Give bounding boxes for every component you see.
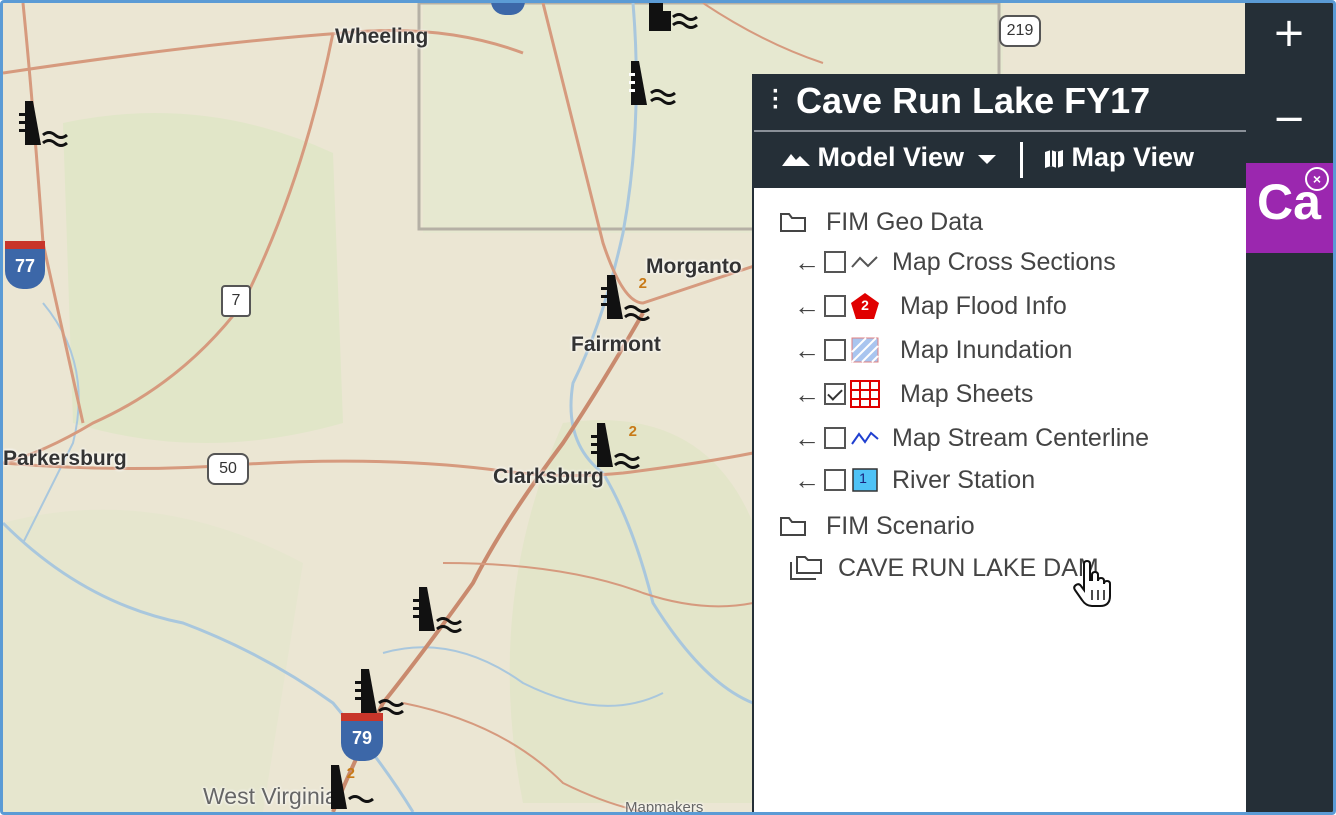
- folder-fim-scenario[interactable]: FIM Scenario: [780, 508, 975, 544]
- dam-marker-icon[interactable]: [625, 55, 681, 111]
- layer-label: Map Stream Centerline: [892, 423, 1150, 452]
- tab-model-view-label: Model View: [817, 142, 965, 172]
- folder-label: FIM Geo Data: [826, 207, 983, 236]
- map-toolbar: + −: [1245, 3, 1333, 812]
- layer-label: Map Inundation: [900, 335, 1073, 364]
- cross-section-line-icon: [850, 249, 880, 275]
- panel-title: Cave Run Lake FY17: [796, 80, 1151, 121]
- zoom-out-button[interactable]: −: [1245, 89, 1333, 149]
- flood-info-pentagon-icon: 2: [850, 293, 880, 319]
- place-label-parkersburg: Parkersburg: [3, 447, 127, 470]
- arrow-left-icon[interactable]: ←: [794, 465, 824, 496]
- flood-info-badge: 2: [861, 297, 869, 313]
- stacked-folders-icon: [790, 556, 822, 580]
- drag-handle-icon[interactable]: · · ·: [772, 80, 780, 120]
- place-label-morgantown: Morganto: [646, 255, 742, 278]
- view-switcher: Model View Map View: [754, 130, 1246, 188]
- tab-model-view[interactable]: Model View: [782, 142, 996, 173]
- model-panel: · · · Cave Run Lake FY17 Model View Map Vi…: [752, 74, 1246, 812]
- arrow-left-icon[interactable]: ←: [794, 423, 824, 454]
- place-label-fairmont: Fairmont: [571, 333, 661, 356]
- us-50-shield: 50: [207, 453, 249, 485]
- layer-checkbox-checked[interactable]: [824, 383, 846, 405]
- close-icon[interactable]: ×: [1305, 167, 1329, 191]
- tab-map-view[interactable]: Map View: [1044, 142, 1194, 173]
- app-frame: 219 77 7 50 79 Wheeling Morganto Fairmon…: [0, 0, 1336, 815]
- dam-badge: 2: [638, 275, 647, 292]
- dam-marker-icon[interactable]: 2: [589, 417, 645, 473]
- arrow-left-icon[interactable]: ←: [794, 335, 824, 366]
- i-79-shield: 79: [341, 713, 383, 761]
- arrow-left-icon[interactable]: ←: [794, 247, 824, 278]
- place-label-clarksburg: Clarksburg: [493, 465, 604, 488]
- layer-checkbox[interactable]: [824, 339, 846, 361]
- layer-checkbox[interactable]: [824, 251, 846, 273]
- wv-7-shield: 7: [221, 285, 251, 317]
- arrow-left-icon[interactable]: ←: [794, 379, 824, 410]
- dam-badge: 2: [628, 423, 637, 440]
- dam-marker-icon[interactable]: [643, 3, 699, 53]
- layer-tile-ca[interactable]: Ca ×: [1245, 163, 1333, 253]
- layer-row-map-inundation: ← Map Inundation: [794, 332, 1072, 368]
- dam-marker-icon[interactable]: 2: [599, 269, 655, 325]
- us-219-shield: 219: [999, 15, 1041, 47]
- scenario-item-cave-run-lake-dam[interactable]: CAVE RUN LAKE DAM: [790, 550, 1099, 586]
- place-label-west-virginia: West Virginia: [203, 783, 338, 809]
- tab-divider: [1020, 142, 1023, 178]
- river-station-box-icon: 1: [850, 467, 880, 493]
- layer-label: River Station: [892, 465, 1036, 494]
- river-station-badge: 1: [859, 470, 867, 486]
- panel-header: · · · Cave Run Lake FY17: [754, 74, 1246, 130]
- layer-label: Map Cross Sections: [892, 247, 1116, 276]
- inundation-hatch-icon: [850, 337, 880, 363]
- layer-label: Map Sheets: [900, 379, 1034, 408]
- i-77-shield: 77: [5, 241, 45, 289]
- stream-line-icon: [850, 425, 880, 451]
- arrow-left-icon[interactable]: ←: [794, 291, 824, 322]
- dam-marker-icon[interactable]: [15, 95, 71, 151]
- zoom-in-button[interactable]: +: [1245, 3, 1333, 63]
- map-sheets-grid-icon: [850, 380, 880, 408]
- tab-map-view-label: Map View: [1071, 142, 1195, 172]
- dam-marker-icon[interactable]: [351, 663, 407, 719]
- dam-marker-icon[interactable]: [409, 581, 465, 637]
- chevron-down-icon: [977, 154, 996, 164]
- dam-badge: 2: [346, 765, 355, 782]
- folder-fim-geo-data[interactable]: FIM Geo Data: [780, 204, 983, 240]
- place-label-wheeling: Wheeling: [335, 25, 429, 48]
- layer-row-river-station: ← 1 River Station: [794, 462, 1035, 498]
- folder-icon: [780, 517, 806, 536]
- dam-marker-icon[interactable]: 2: [321, 759, 377, 812]
- layer-row-map-sheets: ← Map Sheets: [794, 376, 1033, 412]
- hand-cursor-icon: [1073, 560, 1111, 607]
- mountain-icon: [782, 153, 810, 166]
- layer-checkbox[interactable]: [824, 427, 846, 449]
- layer-checkbox[interactable]: [824, 295, 846, 317]
- layer-row-map-stream-centerline: ← Map Stream Centerline: [794, 420, 1149, 456]
- map-icon: [1045, 149, 1063, 168]
- scenario-item-label: CAVE RUN LAKE DAM: [838, 553, 1099, 582]
- layer-row-map-flood-info: ← 2 Map Flood Info: [794, 288, 1067, 324]
- layer-row-map-cross-sections: ← Map Cross Sections: [794, 244, 1116, 280]
- folder-icon: [780, 213, 806, 232]
- map-attribution: Mapmakers: [625, 799, 704, 815]
- folder-label: FIM Scenario: [826, 511, 975, 540]
- layer-checkbox[interactable]: [824, 469, 846, 491]
- layer-label: Map Flood Info: [900, 291, 1067, 320]
